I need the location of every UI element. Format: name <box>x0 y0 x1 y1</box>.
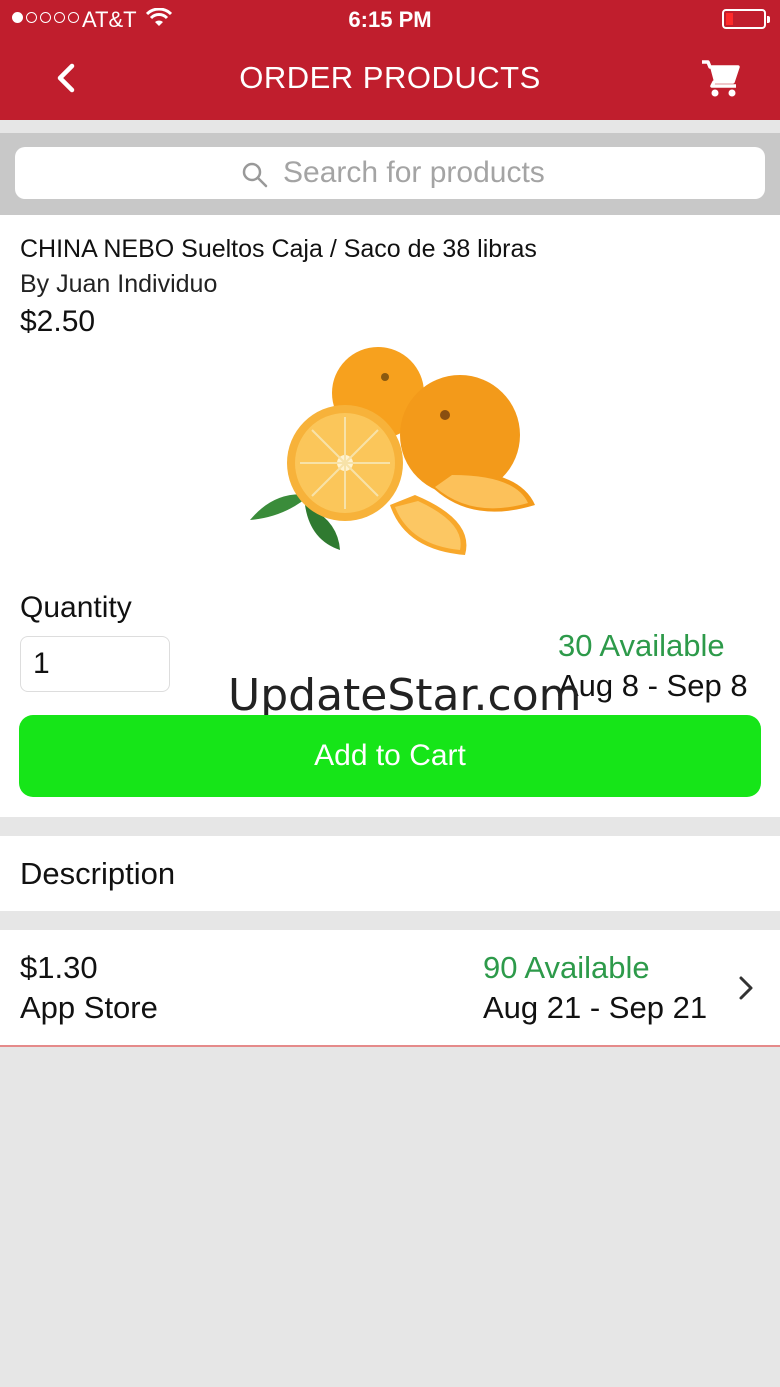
offer-price: $1.30 <box>20 950 98 985</box>
chevron-right-icon <box>739 976 753 1000</box>
availability-dates: Aug 8 - Sep 8 <box>558 668 748 703</box>
search-input[interactable] <box>283 155 743 191</box>
status-time: 6:15 PM <box>348 7 432 32</box>
search-box[interactable] <box>15 147 765 199</box>
quantity-label: Quantity <box>20 591 132 624</box>
offer-row[interactable]: $1.30 App Store 90 Available Aug 21 - Se… <box>0 930 780 1047</box>
quantity-input[interactable] <box>20 636 170 692</box>
product-price: $2.50 <box>20 305 96 338</box>
search-bar <box>0 133 780 215</box>
availability-count: 30 Available <box>558 628 725 663</box>
product-card: CHINA NEBO Sueltos Caja / Saco de 38 lib… <box>0 215 780 817</box>
product-name: CHINA NEBO Sueltos Caja / Saco de 38 lib… <box>20 235 537 263</box>
search-icon <box>242 162 268 188</box>
product-seller: By Juan Individuo <box>20 270 218 298</box>
page-title: ORDER PRODUCTS <box>239 60 541 95</box>
offer-availability: 90 Available <box>483 950 650 985</box>
description-row[interactable]: Description <box>0 836 780 911</box>
battery-icon <box>722 9 770 29</box>
watermark: UpdateStar.com <box>228 670 582 721</box>
cart-icon[interactable] <box>700 58 742 100</box>
description-label: Description <box>20 856 176 891</box>
add-to-cart-button[interactable]: Add to Cart <box>19 715 761 797</box>
app-header: AT&T 6:15 PM ORDER PRODUCTS <box>0 0 780 120</box>
offer-dates: Aug 21 - Sep 21 <box>483 990 708 1025</box>
oranges-image <box>250 347 535 555</box>
offer-seller: App Store <box>20 990 158 1025</box>
status-bar: AT&T 6:15 PM <box>0 0 780 40</box>
